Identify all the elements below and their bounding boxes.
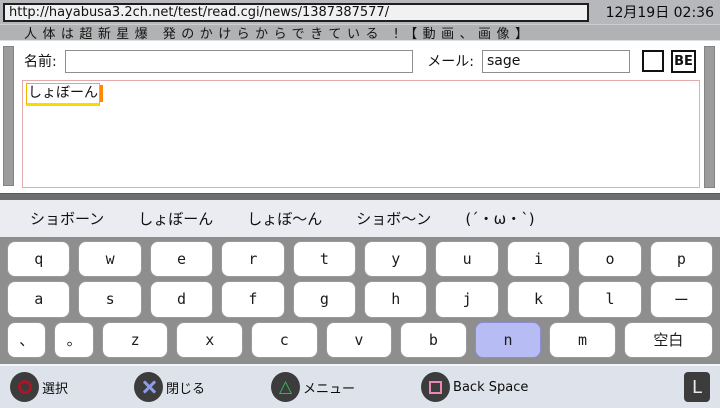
hint-label-backspace: Back Space <box>453 380 528 395</box>
clock: 12月19日 02:36 <box>606 2 714 22</box>
key-v[interactable]: v <box>326 322 393 358</box>
message-textarea[interactable]: しょぼーん <box>22 80 700 188</box>
square-button-icon <box>421 372 450 402</box>
circle-glyph <box>18 380 32 394</box>
key-c[interactable]: c <box>251 322 318 358</box>
post-form-area: 名前: メール: BE しょぼーん <box>0 41 720 193</box>
key-long-vowel[interactable]: ー <box>650 281 713 317</box>
key-d[interactable]: d <box>150 281 213 317</box>
mail-label: メール: <box>427 51 474 71</box>
ime-composition-text: しょぼーん <box>26 83 100 106</box>
thread-title: 人体は超新星爆 発のかけらからできている !【動画、画像】 <box>24 24 533 41</box>
ime-candidate[interactable]: ショボーン <box>30 208 104 229</box>
hint-select: 選択 <box>10 372 68 402</box>
key-comma[interactable]: 、 <box>7 322 46 358</box>
onscreen-keyboard: q w e r t y u i o p a s d f g h j k l ー … <box>0 237 720 364</box>
keyboard-row-2: a s d f g h j k l ー <box>3 281 717 317</box>
key-e[interactable]: e <box>150 241 213 277</box>
hint-label-menu: メニュー <box>303 378 355 397</box>
key-g[interactable]: g <box>293 281 356 317</box>
key-a[interactable]: a <box>7 281 70 317</box>
key-h[interactable]: h <box>364 281 427 317</box>
key-u[interactable]: u <box>435 241 498 277</box>
url-field[interactable]: http://hayabusa3.2ch.net/test/read.cgi/n… <box>3 3 589 22</box>
be-checkbox[interactable] <box>642 50 664 72</box>
key-y[interactable]: y <box>364 241 427 277</box>
mail-input[interactable] <box>482 50 630 73</box>
key-j[interactable]: j <box>435 281 498 317</box>
right-scrollbar[interactable] <box>704 46 715 188</box>
ime-candidate[interactable]: しょぼーん <box>138 208 213 229</box>
left-scrollbar[interactable] <box>3 46 14 186</box>
hint-close: 閉じる <box>134 372 205 402</box>
name-label: 名前: <box>24 51 57 71</box>
url-bar: http://hayabusa3.2ch.net/test/read.cgi/n… <box>0 0 720 24</box>
circle-button-icon <box>10 372 39 402</box>
key-o[interactable]: o <box>578 241 641 277</box>
hint-label-close: 閉じる <box>166 378 205 397</box>
ime-candidate[interactable]: ショボ〜ン <box>356 208 431 229</box>
browser-screen: http://hayabusa3.2ch.net/test/read.cgi/n… <box>0 0 720 408</box>
triangle-glyph: △ <box>279 379 292 396</box>
key-t[interactable]: t <box>293 241 356 277</box>
keyboard-row-3: 、 。 z x c v b n m 空白 <box>3 322 717 358</box>
name-input[interactable] <box>65 50 414 73</box>
section-divider <box>0 193 720 200</box>
hint-label-select: 選択 <box>42 378 68 397</box>
key-p[interactable]: p <box>650 241 713 277</box>
key-q[interactable]: q <box>7 241 70 277</box>
be-button[interactable]: BE <box>671 50 696 73</box>
controller-hint-bar: 選択 閉じる △ メニュー Back Space L <box>0 364 720 408</box>
key-f[interactable]: f <box>221 281 284 317</box>
text-cursor <box>100 85 103 102</box>
key-k[interactable]: k <box>507 281 570 317</box>
thread-title-bar: 人体は超新星爆 発のかけらからできている !【動画、画像】 <box>0 24 720 41</box>
ime-candidate-bar: ショボーン しょぼーん しょぼ〜ん ショボ〜ン (´・ω・`) <box>0 200 720 237</box>
key-m[interactable]: m <box>549 322 616 358</box>
ime-candidate[interactable]: (´・ω・`) <box>465 208 534 229</box>
key-w[interactable]: w <box>78 241 141 277</box>
ime-candidate[interactable]: しょぼ〜ん <box>247 208 322 229</box>
form-row: 名前: メール: BE <box>24 49 696 73</box>
hint-backspace: Back Space <box>421 372 528 402</box>
key-x[interactable]: x <box>176 322 243 358</box>
key-s[interactable]: s <box>78 281 141 317</box>
key-l[interactable]: l <box>578 281 641 317</box>
key-z[interactable]: z <box>102 322 169 358</box>
cross-button-icon <box>134 372 163 402</box>
key-b[interactable]: b <box>400 322 467 358</box>
key-i[interactable]: i <box>507 241 570 277</box>
cross-glyph <box>141 379 157 395</box>
triangle-button-icon: △ <box>271 372 300 402</box>
key-n[interactable]: n <box>475 322 542 358</box>
keyboard-row-1: q w e r t y u i o p <box>3 241 717 277</box>
key-r[interactable]: r <box>221 241 284 277</box>
key-period[interactable]: 。 <box>54 322 93 358</box>
square-glyph <box>429 381 442 394</box>
key-space[interactable]: 空白 <box>624 322 713 358</box>
shoulder-l-button: L <box>684 372 710 402</box>
hint-menu: △ メニュー <box>271 372 355 402</box>
